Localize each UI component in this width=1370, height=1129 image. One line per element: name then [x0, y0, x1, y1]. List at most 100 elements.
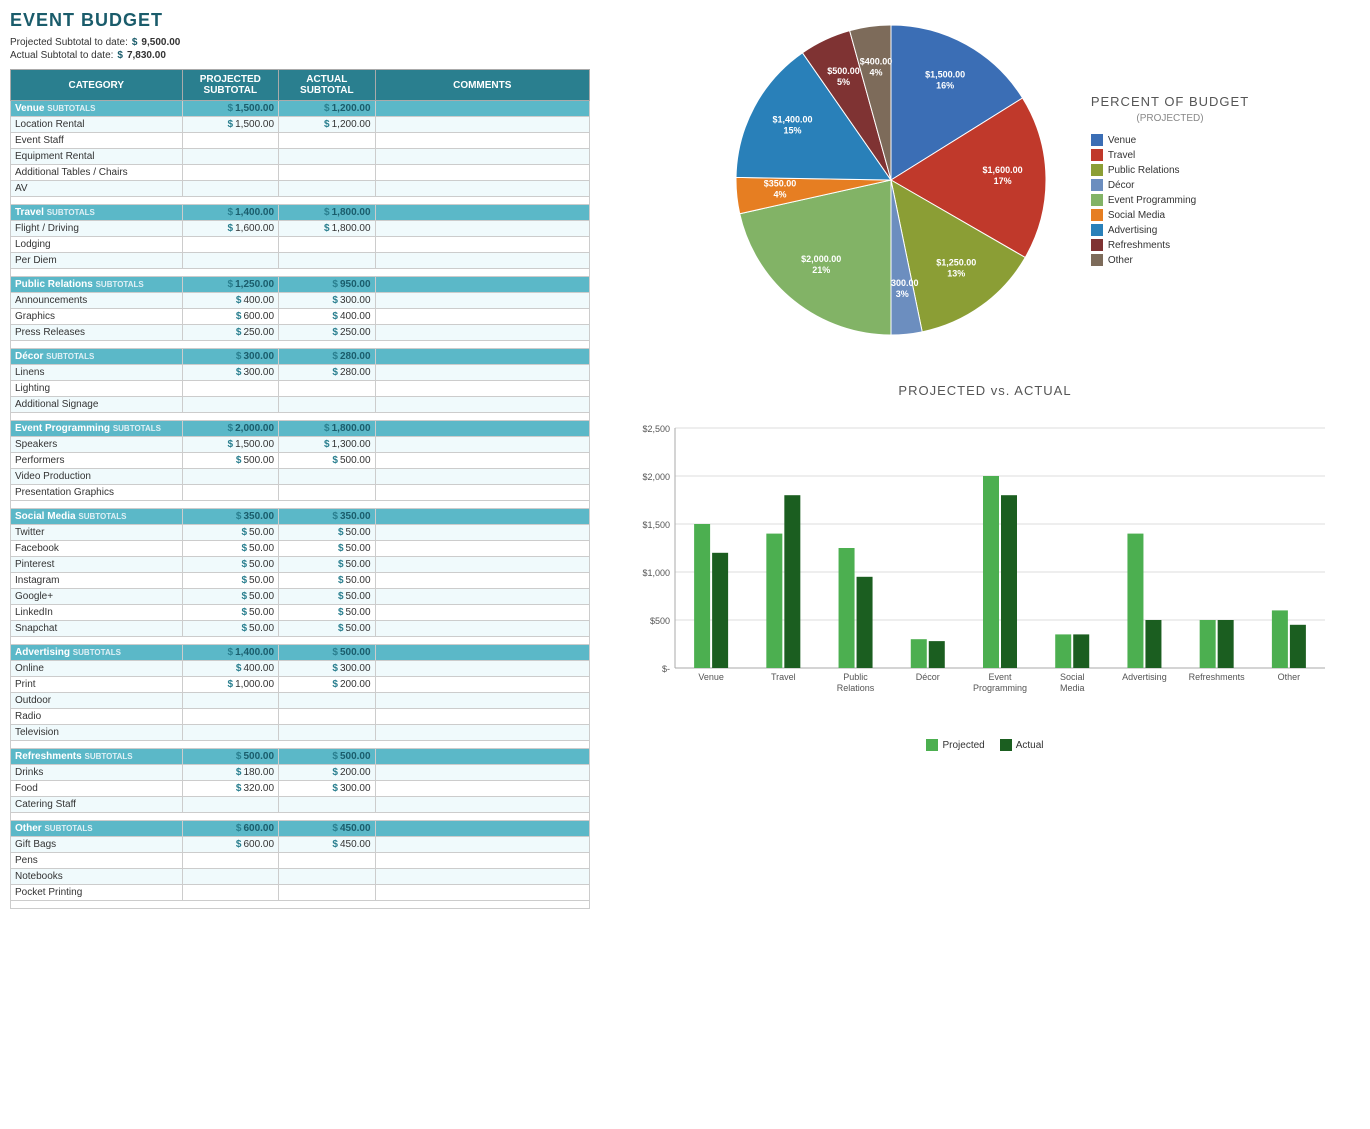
bar-actual-event-programming	[1001, 495, 1017, 668]
bar-actual-public-relations	[857, 577, 873, 668]
category-header: Other SUBTOTALS $600.00 $450.00	[11, 821, 590, 837]
actual-amount: 7,830.00	[127, 50, 166, 61]
bar-projected-event-programming	[983, 476, 999, 668]
legend-item: Other	[1091, 254, 1249, 266]
svg-text:Social: Social	[1060, 672, 1085, 682]
bar-chart-title: PROJECTED vs. ACTUAL	[610, 383, 1360, 398]
table-row: Snapchat $50.00 $50.00	[11, 621, 590, 637]
legend-item: Advertising	[1091, 224, 1249, 236]
bar-actual-travel	[784, 495, 800, 668]
pie-legend: VenueTravelPublic RelationsDécorEvent Pr…	[1091, 134, 1249, 266]
category-header: Venue SUBTOTALS $1,500.00 $1,200.00	[11, 101, 590, 117]
header-actual: ACTUALSUBTOTAL	[279, 70, 376, 101]
summary-section: Projected Subtotal to date: $ 9,500.00 A…	[10, 37, 590, 61]
svg-text:Relations: Relations	[837, 683, 875, 693]
svg-text:Advertising: Advertising	[1122, 672, 1167, 682]
table-row: Performers $500.00 $500.00	[11, 453, 590, 469]
bar-actual-advertising	[1145, 620, 1161, 668]
right-panel: $1,500.0016%$1,600.0017%$1,250.0013%$300…	[590, 10, 1360, 1119]
bar-actual-décor	[929, 641, 945, 668]
table-row: Lodging	[11, 237, 590, 253]
table-row: Print $1,000.00 $200.00	[11, 677, 590, 693]
svg-text:4%: 4%	[773, 189, 786, 199]
page-title: EVENT BUDGET	[10, 10, 590, 31]
table-row: Presentation Graphics	[11, 485, 590, 501]
bar-actual-venue	[712, 553, 728, 668]
svg-text:$1,500: $1,500	[642, 520, 670, 530]
svg-text:$1,600.00: $1,600.00	[982, 165, 1022, 175]
svg-text:5%: 5%	[837, 77, 850, 87]
bar-legend-item: Projected	[926, 739, 984, 751]
table-row: LinkedIn $50.00 $50.00	[11, 605, 590, 621]
bar-projected-other	[1272, 610, 1288, 668]
category-header: Décor SUBTOTALS $300.00 $280.00	[11, 349, 590, 365]
svg-text:17%: 17%	[993, 176, 1011, 186]
svg-text:4%: 4%	[869, 67, 882, 77]
table-row: Google+ $50.00 $50.00	[11, 589, 590, 605]
bar-chart: $-$500$1,000$1,500$2,000$2,500VenueTrave…	[625, 408, 1345, 728]
pie-chart-title: PERCENT OF BUDGET	[1091, 94, 1249, 109]
table-row: Additional Signage	[11, 397, 590, 413]
svg-text:$1,000: $1,000	[642, 568, 670, 578]
table-row: Linens $300.00 $280.00	[11, 365, 590, 381]
table-row: Location Rental $1,500.00 $1,200.00	[11, 117, 590, 133]
svg-text:3%: 3%	[896, 289, 909, 299]
category-header: Event Programming SUBTOTALS $2,000.00 $1…	[11, 421, 590, 437]
table-row: Drinks $180.00 $200.00	[11, 765, 590, 781]
table-row: Catering Staff	[11, 797, 590, 813]
svg-text:$350.00: $350.00	[764, 178, 797, 188]
spacer-row	[11, 901, 590, 909]
legend-item: Social Media	[1091, 209, 1249, 221]
header-projected: PROJECTEDSUBTOTAL	[182, 70, 279, 101]
legend-item: Travel	[1091, 149, 1249, 161]
svg-text:$1,400.00: $1,400.00	[772, 114, 812, 124]
svg-text:Other: Other	[1278, 672, 1301, 682]
spacer-row	[11, 637, 590, 645]
projected-label: Projected Subtotal to date:	[10, 37, 128, 48]
svg-text:Public: Public	[843, 672, 868, 682]
category-header: Travel SUBTOTALS $1,400.00 $1,800.00	[11, 205, 590, 221]
spacer-row	[11, 501, 590, 509]
table-row: Twitter $50.00 $50.00	[11, 525, 590, 541]
table-row: AV	[11, 181, 590, 197]
legend-item: Refreshments	[1091, 239, 1249, 251]
category-header: Public Relations SUBTOTALS $1,250.00 $95…	[11, 277, 590, 293]
svg-text:$-: $-	[662, 664, 670, 674]
table-row: Per Diem	[11, 253, 590, 269]
table-row: Graphics $600.00 $400.00	[11, 309, 590, 325]
table-row: Pocket Printing	[11, 885, 590, 901]
table-row: Online $400.00 $300.00	[11, 661, 590, 677]
svg-text:Programming: Programming	[973, 683, 1027, 693]
table-row: Outdoor	[11, 693, 590, 709]
svg-text:Media: Media	[1060, 683, 1085, 693]
table-row: Event Staff	[11, 133, 590, 149]
spacer-row	[11, 741, 590, 749]
bar-actual-social-media	[1073, 634, 1089, 668]
projected-amount: 9,500.00	[141, 37, 180, 48]
category-header: Refreshments SUBTOTALS $500.00 $500.00	[11, 749, 590, 765]
table-row: Pinterest $50.00 $50.00	[11, 557, 590, 573]
bar-legend-item: Actual	[1000, 739, 1044, 751]
svg-text:16%: 16%	[936, 80, 954, 90]
bar-projected-advertising	[1127, 534, 1143, 668]
svg-text:$1,250.00: $1,250.00	[936, 258, 976, 268]
bar-projected-refreshments	[1200, 620, 1216, 668]
table-row: Pens	[11, 853, 590, 869]
svg-text:Event: Event	[988, 672, 1012, 682]
table-row: Facebook $50.00 $50.00	[11, 541, 590, 557]
svg-text:21%: 21%	[812, 265, 830, 275]
bar-legend: Projected Actual	[610, 739, 1360, 751]
table-row: Gift Bags $600.00 $450.00	[11, 837, 590, 853]
spacer-row	[11, 269, 590, 277]
pie-chart-subtitle: (PROJECTED)	[1091, 113, 1249, 124]
bar-projected-venue	[694, 524, 710, 668]
pie-chart: $1,500.0016%$1,600.0017%$1,250.0013%$300…	[721, 10, 1061, 350]
svg-text:13%: 13%	[947, 269, 965, 279]
svg-text:Décor: Décor	[916, 672, 940, 682]
svg-text:$2,000: $2,000	[642, 472, 670, 482]
bar-projected-travel	[766, 534, 782, 668]
table-row: Press Releases $250.00 $250.00	[11, 325, 590, 341]
category-header: Advertising SUBTOTALS $1,400.00 $500.00	[11, 645, 590, 661]
table-row: Announcements $400.00 $300.00	[11, 293, 590, 309]
svg-text:$400.00: $400.00	[860, 56, 893, 66]
